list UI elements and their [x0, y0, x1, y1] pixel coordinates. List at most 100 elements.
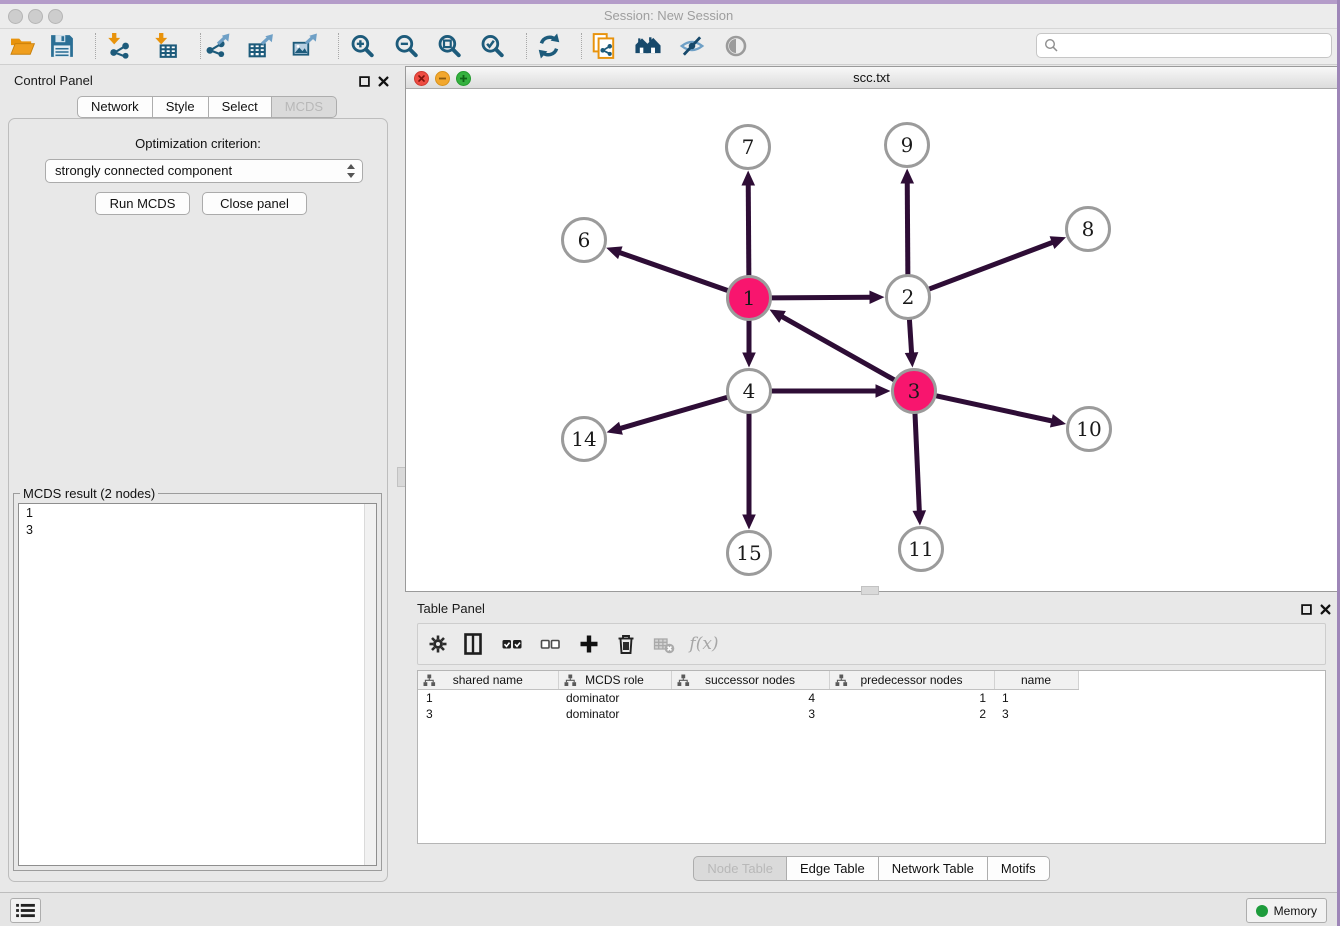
save-session-button[interactable]	[47, 31, 77, 61]
float-icon	[1301, 604, 1312, 615]
search-field[interactable]	[1036, 33, 1332, 58]
zoom-out-button[interactable]	[391, 31, 421, 61]
mcds-result-scrollbar[interactable]	[364, 504, 376, 865]
graph-node-label-14: 14	[571, 427, 596, 451]
column-header-successor-nodes[interactable]: successor nodes	[671, 671, 829, 690]
show-details-eye-icon	[723, 33, 749, 59]
network-minimize-button[interactable]	[435, 71, 450, 86]
control-panel: Control Panel Network Style Select MCDS …	[0, 64, 400, 892]
show-graphics-details-button[interactable]	[721, 31, 751, 61]
table-close-button[interactable]	[1320, 602, 1331, 613]
graph-edge-1-2[interactable]	[770, 297, 871, 298]
plus-icon	[457, 72, 470, 85]
export-table-button[interactable]	[246, 31, 276, 61]
column-header-shared-name[interactable]: shared name	[418, 671, 558, 690]
table-row[interactable]: 1dominator411	[418, 690, 1325, 707]
add-button[interactable]	[575, 630, 603, 658]
window-title: Session: New Session	[0, 4, 1337, 28]
duplicate-network-icon	[591, 33, 617, 59]
window-minimize-button[interactable]	[28, 9, 43, 24]
toolbar-separator	[95, 33, 96, 59]
apply-layout-button[interactable]	[534, 31, 564, 61]
close-icon	[378, 76, 389, 87]
delete-button[interactable]	[612, 630, 640, 658]
graph-edge-3-11[interactable]	[915, 412, 919, 512]
welcome-screen-button[interactable]	[633, 31, 663, 61]
select-all-columns-button[interactable]	[498, 630, 526, 658]
import-table-button[interactable]	[150, 31, 180, 61]
graph-edge-1-7[interactable]	[748, 183, 749, 276]
unselect-all-columns-button[interactable]	[536, 630, 564, 658]
table-tabs: Node Table Edge Table Network Table Moti…	[405, 856, 1338, 881]
graph-arrowhead	[742, 353, 756, 368]
mcds-panel: Optimization criterion: strongly connect…	[8, 118, 388, 882]
graph-arrowhead	[742, 515, 756, 530]
graph-edge-4-14[interactable]	[619, 397, 728, 429]
tab-style[interactable]: Style	[153, 96, 209, 118]
main-toolbar	[0, 29, 1337, 65]
close-panel-action-button[interactable]: Close panel	[202, 192, 307, 215]
run-mcds-button[interactable]: Run MCDS	[95, 192, 190, 215]
graph-edge-3-1[interactable]	[781, 316, 895, 381]
float-panel-button[interactable]	[359, 74, 370, 85]
trash-icon	[614, 632, 638, 656]
column-header-mcds-role[interactable]: MCDS role	[558, 671, 671, 690]
network-close-button[interactable]	[414, 71, 429, 86]
export-image-button[interactable]	[290, 31, 320, 61]
export-network-icon	[205, 33, 231, 59]
hide-graphics-details-button[interactable]	[677, 31, 707, 61]
column-header-name[interactable]: name	[994, 671, 1078, 690]
tab-node-table[interactable]: Node Table	[693, 856, 787, 881]
graph-arrowhead	[606, 246, 622, 259]
graph-arrowhead	[1050, 414, 1066, 427]
fx-icon: f(x)	[689, 634, 718, 654]
open-session-button[interactable]	[7, 31, 37, 61]
network-view-window: scc.txt 7968124314101511	[405, 66, 1338, 592]
table-settings-button[interactable]	[424, 630, 452, 658]
close-panel-button[interactable]	[378, 74, 389, 85]
tab-select[interactable]: Select	[209, 96, 272, 118]
graph-edge-2-9[interactable]	[907, 181, 908, 275]
graph-node-label-7: 7	[742, 135, 755, 159]
window-titlebar: Session: New Session	[0, 4, 1337, 29]
memory-button[interactable]: Memory	[1246, 898, 1327, 923]
network-window-titlebar[interactable]: scc.txt	[406, 67, 1337, 89]
import-network-button[interactable]	[103, 31, 133, 61]
checked-boxes-icon	[500, 632, 524, 656]
tab-motifs[interactable]: Motifs	[988, 856, 1050, 881]
select-stepper-icon	[346, 163, 355, 179]
show-columns-button[interactable]	[459, 630, 487, 658]
table-float-button[interactable]	[1301, 602, 1312, 613]
window-close-button[interactable]	[8, 9, 23, 24]
graph-edge-2-3[interactable]	[909, 318, 911, 354]
horizontal-split-handle[interactable]	[861, 586, 879, 595]
graph-node-label-8: 8	[1082, 217, 1095, 241]
table-row[interactable]: 3dominator323	[418, 706, 1325, 722]
tab-edge-table[interactable]: Edge Table	[787, 856, 879, 881]
graph-edge-2-8[interactable]	[928, 242, 1054, 290]
graph-arrowhead	[876, 384, 891, 398]
unchecked-boxes-icon	[538, 632, 562, 656]
window-zoom-button[interactable]	[48, 9, 63, 24]
graph-edge-1-6[interactable]	[618, 252, 728, 291]
graph-edge-3-10[interactable]	[935, 396, 1053, 422]
zoom-fit-button[interactable]	[434, 31, 464, 61]
export-network-button[interactable]	[203, 31, 233, 61]
column-header-predecessor-nodes[interactable]: predecessor nodes	[829, 671, 994, 690]
duplicate-network-button[interactable]	[589, 31, 619, 61]
mcds-result-legend: MCDS result (2 nodes)	[20, 486, 158, 501]
zoom-selected-button[interactable]	[477, 31, 507, 61]
mcds-result-area[interactable]: 1 3	[18, 503, 377, 866]
search-input[interactable]	[1063, 35, 1327, 56]
zoom-in-button[interactable]	[347, 31, 377, 61]
network-canvas[interactable]: 7968124314101511	[406, 89, 1337, 591]
task-history-button[interactable]	[10, 898, 41, 923]
criterion-select[interactable]: strongly connected component	[45, 159, 363, 183]
tab-network-table[interactable]: Network Table	[879, 856, 988, 881]
tab-network[interactable]: Network	[77, 96, 153, 118]
network-zoom-button[interactable]	[456, 71, 471, 86]
tab-mcds[interactable]: MCDS	[272, 96, 337, 118]
zoom-out-icon	[393, 33, 419, 59]
function-builder-button[interactable]: f(x)	[684, 630, 724, 658]
delete-table-button[interactable]	[650, 630, 678, 658]
